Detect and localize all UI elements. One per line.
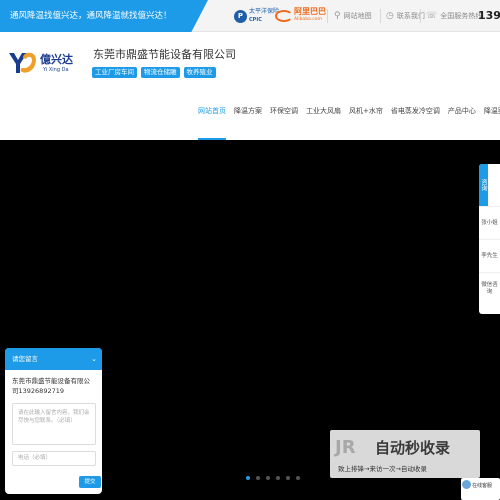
tag-logistics[interactable]: 物流仓储雕 (141, 67, 180, 78)
watermark-badge: JR 自动秒收录 致上排锋→来访一次→自动收录 (330, 430, 480, 478)
phone-icon: ☏ (426, 11, 438, 21)
page: 通风降温找億兴达，通风降温就找億兴达！ P 太平洋保险 CPIC 阿里巴巴 Al… (0, 0, 500, 500)
banner-dot[interactable] (296, 476, 300, 480)
message-box: 请您留言 ⌄ 东莞市鼎盛节能设备有限公司13926892719 请在此输入留言内… (5, 348, 102, 494)
company-name: 东莞市鼎盛节能设备有限公司 (93, 48, 236, 61)
cpic-logo[interactable]: P 太平洋保险 CPIC (234, 7, 279, 25)
chevron-down-icon[interactable]: ⌄ (91, 348, 97, 370)
phone-field[interactable]: 电话（必填） (12, 451, 96, 466)
nav-home[interactable]: 网站首页 (194, 98, 230, 140)
clock-icon: ◷ (386, 11, 394, 21)
service-tags: 工业厂房车间 物流仓储雕 牧养殖业 (92, 67, 216, 78)
banner-pagination (246, 476, 300, 480)
main-nav: 网站首页 降温方案 环保空调 工业大风扇 风机+水帘 省电蒸发冷空调 产品中心 … (194, 98, 500, 140)
nav-eco-aircon[interactable]: 环保空调 (266, 98, 302, 140)
alibaba-logo[interactable]: 阿里巴巴 Alibaba.com (275, 7, 326, 25)
side-contact-zhang[interactable]: 张小姐 (479, 206, 500, 239)
tag-factory[interactable]: 工业厂房车间 (92, 67, 137, 78)
logo-mark-icon (9, 52, 36, 73)
banner-dot[interactable] (256, 476, 260, 480)
alibaba-domain: Alibaba.com (294, 17, 322, 22)
divider (420, 9, 421, 23)
divider (380, 9, 381, 23)
side-consult-button[interactable]: 咨询 (479, 164, 488, 206)
side-contact-li[interactable]: 李先生 (479, 239, 500, 272)
banner-dot[interactable] (276, 476, 280, 480)
location-pin-icon: ⚲ (334, 11, 341, 21)
banner-dot[interactable] (246, 476, 250, 480)
alibaba-mark-icon (275, 10, 293, 22)
message-company-line: 东莞市鼎盛节能设备有限公司13926892719 (12, 377, 90, 395)
sitemap-link[interactable]: ⚲ 网站地图 (334, 0, 372, 32)
online-service-label: 在线客服 (472, 483, 493, 489)
site-logo[interactable]: 億兴达 Yi Xing Da (8, 48, 88, 82)
banner-dot[interactable] (266, 476, 270, 480)
nav-cooling-plan[interactable]: 降温方案 (230, 98, 266, 140)
nav-industrial-fan[interactable]: 工业大风扇 (302, 98, 345, 140)
logo-pinyin: Yi Xing Da (43, 67, 69, 73)
online-service-button[interactable]: 在线客服 (461, 478, 500, 500)
logo-name: 億兴达 (40, 53, 73, 66)
nav-fan-curtain[interactable]: 风机+水帘 (345, 98, 387, 140)
nav-products[interactable]: 产品中心 (444, 98, 480, 140)
watermark-logo: JR (335, 437, 356, 458)
cpic-mark-icon: P (234, 9, 247, 23)
agent-avatar-icon (462, 480, 471, 489)
hotline-number[interactable]: 139-2 (478, 0, 500, 32)
submit-button[interactable]: 提交 (79, 476, 101, 488)
alibaba-name: 阿里巴巴 (294, 7, 326, 16)
watermark-title: 自动秒收录 (375, 439, 451, 457)
hotline-label: 全国服务热线 (440, 12, 483, 20)
banner-dot[interactable] (286, 476, 290, 480)
nav-evaporative-aircon[interactable]: 省电蒸发冷空调 (387, 98, 444, 140)
tag-farming[interactable]: 牧养殖业 (183, 67, 216, 78)
side-contact-bar: 咨询 张小姐 李先生 微信咨询 (479, 164, 500, 314)
side-contact-wechat[interactable]: 微信咨询 (479, 272, 500, 305)
nav-cases[interactable]: 降温案例 (480, 98, 500, 140)
message-box-title: 请您留言 (12, 355, 38, 363)
divider (327, 9, 328, 23)
watermark-subtitle: 致上排锋→来访一次→自动收录 (338, 465, 427, 473)
message-box-header[interactable]: 请您留言 ⌄ (5, 348, 102, 370)
hotline-label-wrap: ☏ 全国服务热线 (426, 0, 482, 32)
message-content-field[interactable]: 请在此输入留言内容，我们会尽快与您联系。（必填） (12, 403, 96, 445)
top-slogan: 通风降温找億兴达，通风降温就找億兴达！ (0, 0, 208, 32)
top-bar: 通风降温找億兴达，通风降温就找億兴达！ P 太平洋保险 CPIC 阿里巴巴 Al… (0, 0, 500, 32)
sitemap-label: 网站地图 (343, 12, 372, 20)
